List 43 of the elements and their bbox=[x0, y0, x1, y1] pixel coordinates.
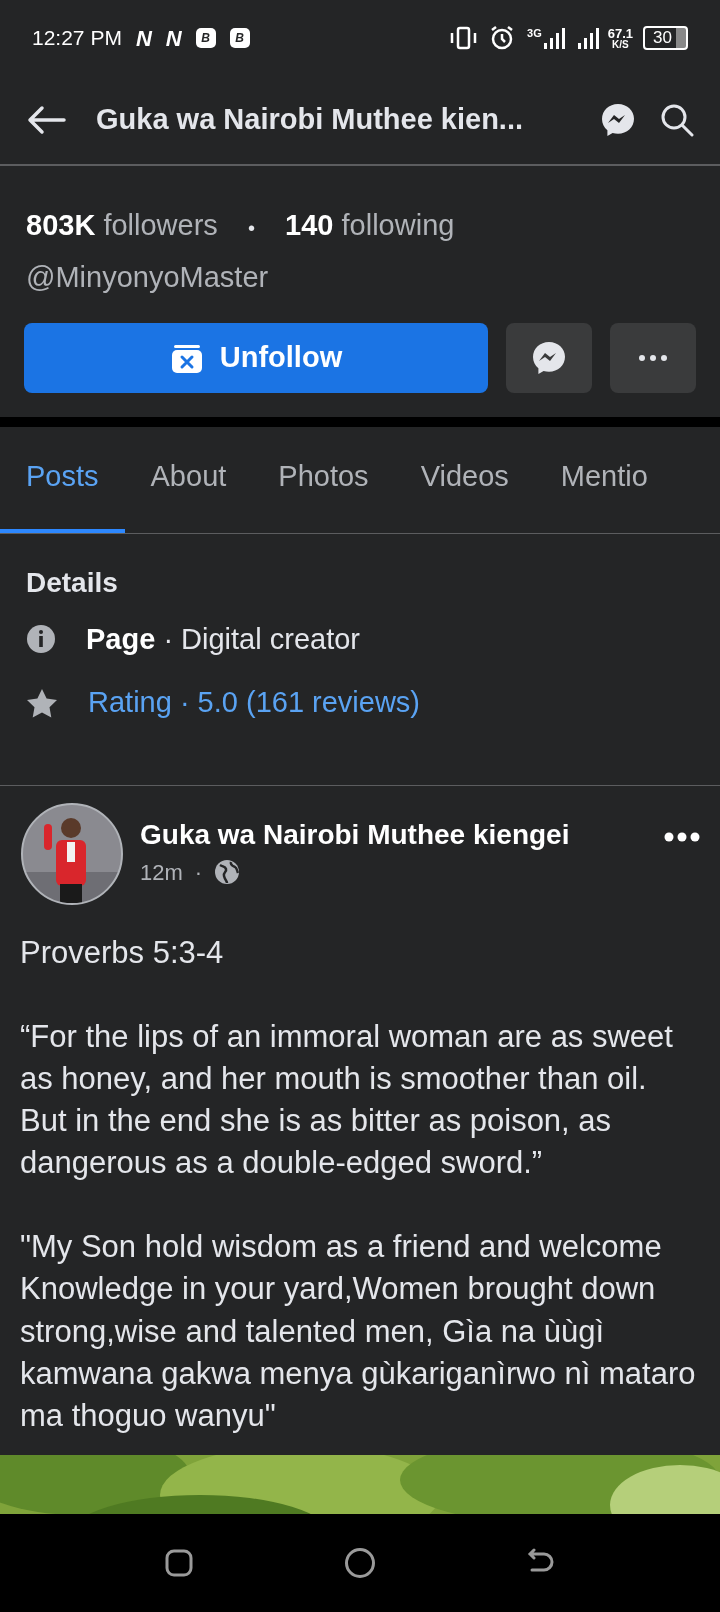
network-speed: 67.1 bbox=[607, 26, 634, 40]
messenger-icon[interactable] bbox=[600, 102, 636, 138]
battery-indicator: 30 bbox=[643, 26, 688, 50]
post-text: "My Son hold wisdom as a friend and welcome Knowledge in your yard,Women brought down strong,wise and talented men, Gìa na ùùgì kamwana gakwa menya gùkariganìrwo nì mataro ma thoguo wanyu" bbox=[20, 1228, 697, 1435]
status-time: 12:27 PM bbox=[32, 25, 122, 52]
signal-icon bbox=[543, 27, 566, 49]
author-name: Guka wa Nairobi Muthee kiengei bbox=[140, 817, 571, 852]
page-category: Page · Digital creator bbox=[86, 621, 360, 657]
notification-icon: N bbox=[165, 21, 182, 55]
messenger-icon bbox=[531, 340, 567, 376]
globe-icon bbox=[214, 859, 241, 885]
page-title: Guka wa Nairobi Muthee kien... bbox=[96, 102, 525, 138]
username: @MinyonyoMaster bbox=[25, 259, 270, 295]
home-button[interactable] bbox=[344, 1547, 376, 1579]
profile-tab[interactable]: Videos bbox=[394, 427, 535, 533]
back-icon bbox=[26, 105, 66, 135]
message-button[interactable] bbox=[506, 323, 592, 393]
post-text: Proverbs 5:3-4 bbox=[20, 933, 225, 972]
more-icon bbox=[664, 831, 700, 842]
signal-icon bbox=[577, 27, 600, 49]
profile-tab[interactable]: Mentio bbox=[534, 427, 674, 533]
post-time: 12m bbox=[140, 858, 183, 887]
post-text: “For the lips of an immoral woman are as sweet as honey, and her mouth is smoother than oil. But in the end she is as bitter as poison, as dangerous as a double-edged sword.” bbox=[20, 1017, 674, 1183]
recent-apps-button[interactable] bbox=[164, 1548, 194, 1578]
info-icon bbox=[26, 624, 56, 655]
network-type: 3G bbox=[527, 25, 542, 41]
profile-tab[interactable]: About bbox=[124, 427, 253, 533]
notification-icon: N bbox=[135, 21, 152, 55]
separator-dot: · bbox=[194, 858, 203, 887]
more-icon bbox=[638, 354, 668, 362]
star-icon bbox=[26, 687, 58, 718]
notification-icon: B bbox=[195, 28, 216, 48]
section-title: Details bbox=[26, 565, 119, 600]
unfollow-button[interactable]: Unfollow bbox=[24, 323, 488, 393]
more-options-button[interactable] bbox=[664, 831, 700, 842]
speed-unit: K/S bbox=[612, 39, 629, 50]
search-icon[interactable] bbox=[660, 103, 694, 137]
profile-tab[interactable]: Posts bbox=[0, 427, 125, 533]
back-button[interactable] bbox=[26, 105, 66, 135]
profile-tab[interactable]: Photos bbox=[252, 427, 395, 533]
follower-stats: 803K followers • 140 following bbox=[25, 208, 456, 243]
rating-link[interactable]: Rating · 5.0 (161 reviews) bbox=[88, 681, 421, 725]
notification-icon: B bbox=[229, 28, 250, 48]
